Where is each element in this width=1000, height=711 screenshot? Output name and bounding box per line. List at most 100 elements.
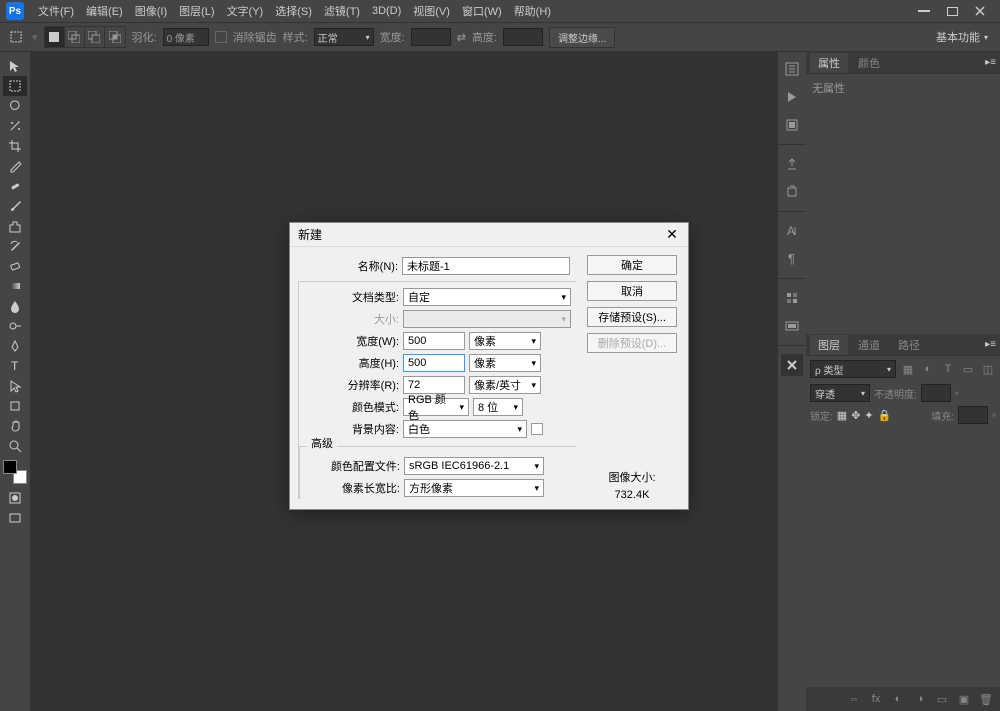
history-brush-tool[interactable] (3, 236, 27, 256)
tab-color[interactable]: 颜色 (850, 53, 888, 73)
filter-smart-icon[interactable]: ◫ (980, 361, 996, 377)
hand-tool[interactable] (3, 416, 27, 436)
menu-select[interactable]: 选择(S) (269, 3, 318, 19)
pen-tool[interactable] (3, 336, 27, 356)
resolution-unit-select[interactable]: 像素/英寸 (469, 376, 541, 394)
menu-filter[interactable]: 滤镜(T) (318, 3, 366, 19)
height-unit-select[interactable]: 像素 (469, 354, 541, 372)
menu-view[interactable]: 视图(V) (407, 3, 456, 19)
eyedropper-tool[interactable] (3, 156, 27, 176)
foreground-color-swatch[interactable] (3, 460, 17, 474)
move-tool[interactable] (3, 56, 27, 76)
adjust-edge-button[interactable]: 调整边缘... (549, 27, 615, 48)
eraser-tool[interactable] (3, 256, 27, 276)
height-input-dlg[interactable] (403, 354, 465, 372)
tab-paths[interactable]: 路径 (890, 335, 928, 355)
layer-mask-icon[interactable]: ◐ (890, 691, 906, 707)
filter-adjust-icon[interactable]: ◐ (920, 361, 936, 377)
menu-type[interactable]: 文字(Y) (221, 3, 270, 19)
tool-preset-icon[interactable] (6, 27, 26, 47)
tab-properties[interactable]: 属性 (810, 53, 848, 73)
feather-input[interactable] (163, 28, 209, 46)
menu-image[interactable]: 图像(I) (129, 3, 173, 19)
blend-mode-select[interactable]: 穿透 (810, 384, 870, 402)
menu-3d[interactable]: 3D(D) (366, 5, 407, 17)
history-panel-icon[interactable] (781, 58, 803, 80)
filter-pixel-icon[interactable]: ▦ (900, 361, 916, 377)
filter-type-icon[interactable]: T (940, 361, 956, 377)
save-preset-button[interactable]: 存储预设(S)... (587, 307, 677, 327)
dialog-close-button[interactable]: ✕ (664, 227, 680, 243)
antialias-checkbox[interactable] (215, 31, 227, 43)
character-panel-icon[interactable]: A (781, 220, 803, 242)
dodge-tool[interactable] (3, 316, 27, 336)
lock-all-icon[interactable]: 🔒 (878, 409, 892, 422)
doctype-select[interactable]: 自定 (403, 288, 571, 306)
menu-edit[interactable]: 编辑(E) (80, 3, 129, 19)
colordepth-select[interactable]: 8 位 (473, 398, 523, 416)
layers-kind-select[interactable]: ρ 类型 (810, 360, 896, 378)
filter-shape-icon[interactable]: ▭ (960, 361, 976, 377)
brushes-panel-icon[interactable] (781, 114, 803, 136)
tab-layers[interactable]: 图层 (810, 335, 848, 355)
layer-fx-icon[interactable]: fx (868, 691, 884, 707)
window-maximize-button[interactable] (940, 4, 964, 18)
path-select-tool[interactable] (3, 376, 27, 396)
paragraph-panel-icon[interactable]: ¶ (781, 248, 803, 270)
tools-panel-icon[interactable] (781, 354, 803, 376)
window-minimize-button[interactable] (912, 4, 936, 18)
dialog-titlebar[interactable]: 新建 ✕ (290, 223, 688, 247)
gradient-tool[interactable] (3, 276, 27, 296)
brush-presets-icon[interactable] (781, 153, 803, 175)
selection-subtract-icon[interactable] (85, 27, 105, 47)
cancel-button[interactable]: 取消 (587, 281, 677, 301)
link-layers-icon[interactable]: ⇔ (846, 691, 862, 707)
swap-wh-icon[interactable]: ⇄ (457, 31, 466, 44)
tab-channels[interactable]: 通道 (850, 335, 888, 355)
workspace-label[interactable]: 基本功能 (936, 29, 980, 45)
actions-panel-icon[interactable] (781, 86, 803, 108)
bg-select[interactable]: 白色 (403, 420, 527, 438)
selection-new-icon[interactable] (45, 27, 65, 47)
styles-panel-icon[interactable] (781, 315, 803, 337)
group-icon[interactable]: ▭ (934, 691, 950, 707)
fill-input[interactable] (958, 406, 988, 424)
lock-transparency-icon[interactable]: ✦ (864, 409, 873, 422)
color-swatches[interactable] (3, 460, 27, 484)
bg-color-swatch[interactable] (531, 423, 543, 435)
width-unit-select[interactable]: 像素 (469, 332, 541, 350)
clone-source-icon[interactable] (781, 181, 803, 203)
screen-mode-icon[interactable] (3, 508, 27, 528)
properties-panel-menu-icon[interactable]: ▸≡ (985, 57, 996, 68)
lock-position-icon[interactable]: ✥ (851, 409, 860, 422)
new-layer-icon[interactable]: ▣ (956, 691, 972, 707)
opacity-input[interactable] (921, 384, 951, 402)
lock-pixels-icon[interactable]: ▦ (837, 409, 847, 422)
selection-intersect-icon[interactable] (105, 27, 125, 47)
crop-tool[interactable] (3, 136, 27, 156)
brush-tool[interactable] (3, 196, 27, 216)
zoom-tool[interactable] (3, 436, 27, 456)
profile-select[interactable]: sRGB IEC61966-2.1 (404, 457, 544, 475)
healing-tool[interactable] (3, 176, 27, 196)
style-select[interactable]: 正常 (314, 28, 374, 46)
layers-panel-menu-icon[interactable]: ▸≡ (985, 339, 996, 350)
delete-layer-icon[interactable]: 🗑 (978, 691, 994, 707)
aspect-select[interactable]: 方形像素 (404, 479, 544, 497)
name-input[interactable] (402, 257, 570, 275)
menu-layer[interactable]: 图层(L) (173, 3, 220, 19)
lasso-tool[interactable] (3, 96, 27, 116)
type-tool[interactable]: T (3, 356, 27, 376)
marquee-tool[interactable] (3, 76, 27, 96)
quick-mask-icon[interactable] (3, 488, 27, 508)
ok-button[interactable]: 确定 (587, 255, 677, 275)
wand-tool[interactable] (3, 116, 27, 136)
shape-tool[interactable] (3, 396, 27, 416)
selection-add-icon[interactable] (65, 27, 85, 47)
menu-file[interactable]: 文件(F) (32, 3, 80, 19)
colormode-select[interactable]: RGB 颜色 (403, 398, 469, 416)
window-close-button[interactable] (968, 4, 992, 18)
clone-tool[interactable] (3, 216, 27, 236)
menu-help[interactable]: 帮助(H) (508, 3, 557, 19)
width-input-dlg[interactable] (403, 332, 465, 350)
